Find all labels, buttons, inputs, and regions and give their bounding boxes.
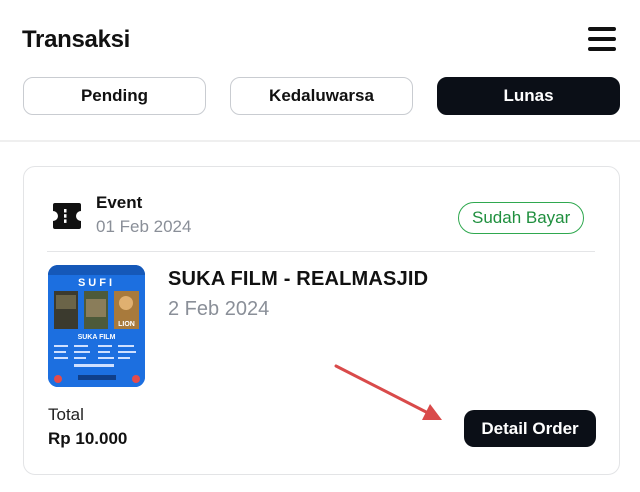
event-title: SUKA FILM - REALMASJID (168, 268, 429, 290)
card-divider (47, 251, 595, 252)
header-bar: Transaksi Pending Kedaluwarsa Lunas (0, 0, 640, 142)
status-badge: Sudah Bayar (458, 202, 585, 234)
tab-pending[interactable]: Pending (23, 77, 206, 115)
tab-kedaluwarsa[interactable]: Kedaluwarsa (230, 77, 413, 115)
event-poster-image: SUFI LION SUKA FILM (48, 265, 145, 387)
ticket-icon (53, 203, 81, 229)
status-tabs: Pending Kedaluwarsa Lunas (23, 77, 620, 115)
poster-film-caption: LION (118, 321, 135, 328)
poster-header-text: SUFI (78, 277, 115, 289)
event-date: 2 Feb 2024 (168, 298, 270, 320)
total-label: Total (48, 405, 84, 424)
transaction-card[interactable]: Event 01 Feb 2024 Sudah Bayar SUFI LION … (23, 166, 620, 475)
tab-lunas[interactable]: Lunas (437, 77, 620, 115)
page-title: Transaksi (22, 26, 131, 53)
detail-order-button[interactable]: Detail Order (464, 410, 596, 447)
total-amount: Rp 10.000 (48, 429, 128, 448)
hamburger-menu-icon[interactable] (586, 24, 618, 54)
transaction-category: Event (96, 193, 143, 212)
transaction-date: 01 Feb 2024 (96, 217, 192, 236)
poster-subtitle-text: SUKA FILM (78, 334, 116, 341)
annotation-arrow-icon (334, 364, 442, 420)
